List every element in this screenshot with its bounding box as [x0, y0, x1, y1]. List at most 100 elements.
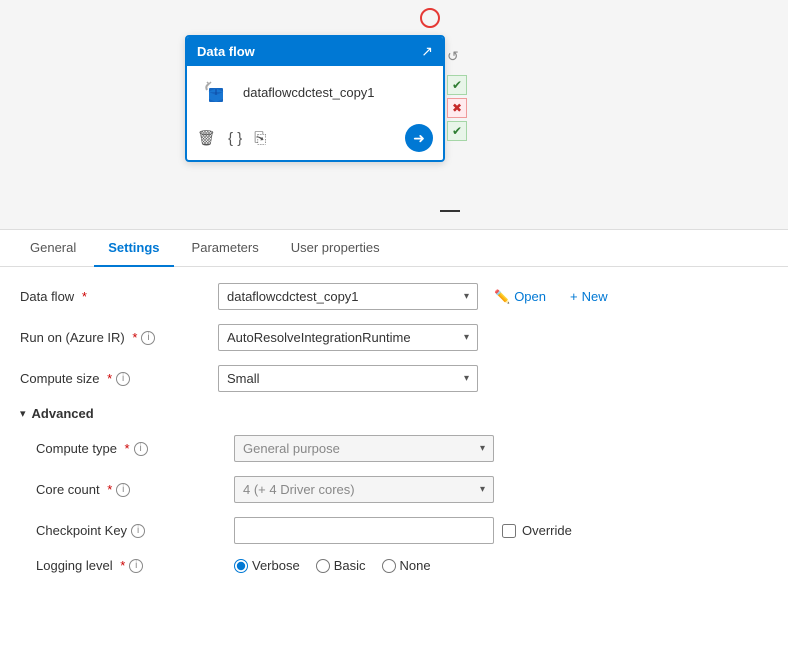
tab-settings[interactable]: Settings — [94, 230, 173, 267]
core-count-value: 4 (+ 4 Driver cores) — [243, 482, 355, 497]
run-on-required: * — [129, 330, 138, 345]
logging-verbose-option[interactable]: Verbose — [234, 558, 300, 573]
new-dataflow-button[interactable]: + New — [562, 284, 616, 309]
checkpoint-key-info-icon[interactable]: i — [131, 524, 145, 538]
logging-none-label: None — [400, 558, 431, 573]
logging-level-radio-group: Verbose Basic None — [234, 558, 431, 573]
status-check-2: ✔ — [447, 121, 467, 141]
override-checkbox[interactable] — [502, 524, 516, 538]
dataflow-row: Data flow * dataflowcdctest_copy1 ▾ ✏️ O… — [20, 283, 768, 310]
node-run-button[interactable]: ➜ — [405, 124, 433, 152]
dash-separator — [440, 210, 460, 212]
chevron-down-icon: ▾ — [20, 407, 26, 420]
dataflow-dropdown-arrow: ▾ — [464, 291, 469, 302]
tab-bar: General Settings Parameters User propert… — [0, 230, 788, 267]
dataflow-control: dataflowcdctest_copy1 ▾ ✏️ Open + New — [218, 283, 768, 310]
checkpoint-key-label: Checkpoint Key i — [36, 523, 226, 538]
logging-level-info-icon[interactable]: i — [129, 559, 143, 573]
compute-type-value: General purpose — [243, 441, 340, 456]
compute-size-required: * — [103, 371, 112, 386]
logging-none-radio[interactable] — [382, 559, 396, 573]
compute-size-control: Small ▾ — [218, 365, 768, 392]
checkpoint-key-row: Checkpoint Key i Override — [20, 517, 768, 544]
logging-level-label: Logging level * i — [36, 558, 226, 573]
run-on-label-text: Run on (Azure IR) — [20, 330, 125, 345]
core-count-info-icon[interactable]: i — [116, 483, 130, 497]
compute-size-dropdown[interactable]: Small ▾ — [218, 365, 478, 392]
run-on-label: Run on (Azure IR) * i — [20, 330, 210, 345]
logging-level-control: Verbose Basic None — [234, 558, 768, 573]
open-btn-label: Open — [514, 289, 546, 304]
dataflow-label: Data flow * — [20, 289, 210, 304]
canvas-area: Data flow ↗ dataflowcdctest_copy1 — [0, 0, 788, 230]
clone-icon[interactable]: ⎘ — [254, 130, 266, 147]
run-on-info-icon[interactable]: i — [141, 331, 155, 345]
tab-user-properties[interactable]: User properties — [277, 230, 394, 267]
open-dataflow-button[interactable]: ✏️ Open — [486, 284, 554, 310]
compute-size-row: Compute size * i Small ▾ — [20, 365, 768, 392]
tab-parameters[interactable]: Parameters — [178, 230, 273, 267]
run-on-dropdown-arrow: ▾ — [464, 332, 469, 343]
compute-type-info-icon[interactable]: i — [134, 442, 148, 456]
run-on-control: AutoResolveIntegrationRuntime ▾ — [218, 324, 768, 351]
compute-type-row: Compute type * i General purpose ▾ — [20, 435, 768, 462]
core-count-dropdown-arrow: ▾ — [480, 484, 485, 495]
run-on-row: Run on (Azure IR) * i AutoResolveIntegra… — [20, 324, 768, 351]
node-dataflow-icon — [197, 74, 233, 110]
compute-type-label: Compute type * i — [36, 441, 226, 456]
top-circle-indicator — [420, 8, 440, 28]
dataflow-dropdown[interactable]: dataflowcdctest_copy1 ▾ — [218, 283, 478, 310]
logging-verbose-label: Verbose — [252, 558, 300, 573]
settings-panel: General Settings Parameters User propert… — [0, 230, 788, 603]
node-header: Data flow ↗ — [187, 37, 443, 66]
core-count-control: 4 (+ 4 Driver cores) ▾ — [234, 476, 768, 503]
node-footer[interactable]: 🗑 { } ⎘ ➜ — [187, 118, 443, 160]
status-cross: ✖ — [447, 98, 467, 118]
dataflow-value: dataflowcdctest_copy1 — [227, 289, 359, 304]
logging-basic-label: Basic — [334, 558, 366, 573]
core-count-dropdown[interactable]: 4 (+ 4 Driver cores) ▾ — [234, 476, 494, 503]
logging-verbose-radio[interactable] — [234, 559, 248, 573]
compute-type-required: * — [121, 441, 130, 456]
logging-level-required: * — [117, 558, 126, 573]
node-header-icons: ↗ — [421, 43, 433, 60]
code-icon[interactable]: { } — [228, 130, 242, 147]
status-check-1: ✔ — [447, 75, 467, 95]
new-btn-label: New — [582, 289, 608, 304]
compute-type-label-text: Compute type — [36, 441, 117, 456]
compute-size-dropdown-arrow: ▾ — [464, 373, 469, 384]
compute-type-control: General purpose ▾ — [234, 435, 768, 462]
side-status-icons: ✔ ✖ ✔ — [447, 75, 467, 141]
dataflow-node: Data flow ↗ dataflowcdctest_copy1 — [185, 35, 445, 162]
settings-form: Data flow * dataflowcdctest_copy1 ▾ ✏️ O… — [0, 267, 788, 603]
core-count-required: * — [104, 482, 113, 497]
dataflow-label-text: Data flow — [20, 289, 74, 304]
compute-type-dropdown[interactable]: General purpose ▾ — [234, 435, 494, 462]
node-title: Data flow — [197, 44, 255, 59]
run-on-dropdown[interactable]: AutoResolveIntegrationRuntime ▾ — [218, 324, 478, 351]
logging-basic-radio[interactable] — [316, 559, 330, 573]
delete-icon[interactable]: 🗑 — [197, 129, 216, 147]
advanced-section-title: Advanced — [32, 406, 94, 421]
run-on-value: AutoResolveIntegrationRuntime — [227, 330, 411, 345]
checkpoint-key-input[interactable] — [234, 517, 494, 544]
override-label: Override — [522, 523, 572, 538]
core-count-row: Core count * i 4 (+ 4 Driver cores) ▾ — [20, 476, 768, 503]
compute-size-label: Compute size * i — [20, 371, 210, 386]
tab-general[interactable]: General — [16, 230, 90, 267]
logging-level-label-text: Logging level — [36, 558, 113, 573]
node-name: dataflowcdctest_copy1 — [243, 85, 375, 100]
logging-none-option[interactable]: None — [382, 558, 431, 573]
redo-icon[interactable]: ↺ — [447, 48, 459, 65]
logging-basic-option[interactable]: Basic — [316, 558, 366, 573]
open-external-icon[interactable]: ↗ — [421, 43, 433, 60]
advanced-section-header[interactable]: ▾ Advanced — [20, 406, 768, 421]
dataflow-required: * — [78, 289, 87, 304]
logging-level-row: Logging level * i Verbose Basic — [20, 558, 768, 573]
checkpoint-key-label-text: Checkpoint Key — [36, 523, 127, 538]
node-footer-actions: 🗑 { } ⎘ — [197, 129, 266, 147]
plus-icon: + — [570, 289, 578, 304]
core-count-label-text: Core count — [36, 482, 100, 497]
node-body: dataflowcdctest_copy1 — [187, 66, 443, 118]
compute-size-info-icon[interactable]: i — [116, 372, 130, 386]
